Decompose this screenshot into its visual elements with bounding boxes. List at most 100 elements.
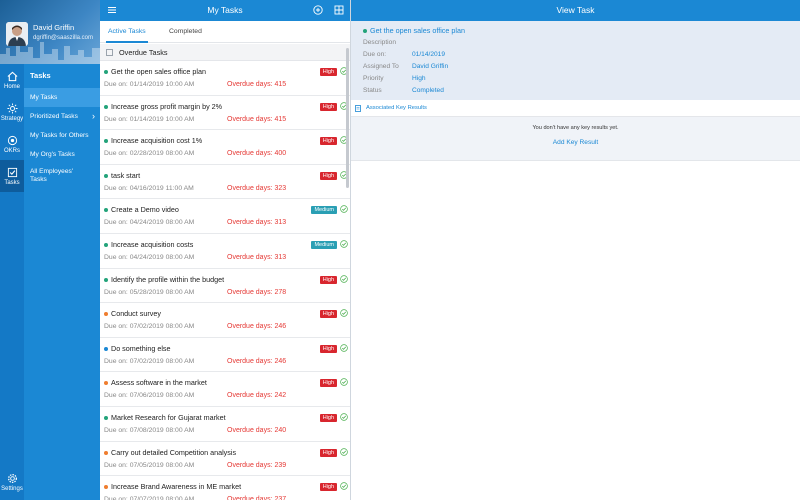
view-task-title: View Task [556,5,595,15]
task-status-dot [104,450,108,455]
task-status-dot [104,277,108,282]
submenu-title: Tasks [30,71,51,80]
grid-view-icon[interactable] [334,5,344,15]
calendar-icon [106,48,113,56]
task-due-date: Due on: 07/02/2019 08:00 AM [104,357,195,365]
rail-okrs-label: OKRs [3,147,20,154]
profile-name: David Griffin [33,23,75,32]
left-rail: Home Strategy OKRs Tasks Settings [0,0,24,500]
task-overdue-days: Overdue days: 313 [227,219,287,227]
task-overdue-days: Overdue days: 415 [227,115,287,123]
profile-email: dgriffin@saaszilla.com [33,35,94,41]
task-row[interactable]: Increase Brand Awareness in ME market Due… [100,476,350,500]
view-task-panel: View Task Get the open sales office plan… [351,0,800,500]
complete-check-icon[interactable] [340,343,348,352]
add-key-result-link[interactable]: Add Key Result [351,139,800,146]
task-due-date: Due on: 01/14/2019 10:00 AM [104,81,195,88]
task-overdue-days: Overdue days: 246 [227,357,287,365]
due-value: 01/14/2019 [412,51,446,58]
priority-badge: High [319,379,337,388]
task-status-dot [104,415,108,420]
task-name: Increase acquisition costs [111,239,194,249]
submenu-item-tasks-for-others[interactable]: My Tasks for Others [24,126,100,145]
key-results-body: You don't have any key results yet. Add … [351,117,800,161]
complete-check-icon[interactable] [340,274,348,283]
task-name: Market Research for Gujarat market [111,412,226,422]
task-overdue-days: Overdue days: 415 [227,81,287,88]
tab-active-tasks[interactable]: Active Tasks [106,28,148,43]
task-name: Increase Brand Awareness in ME market [111,482,242,492]
submenu-item-all-employees-tasks[interactable]: All Employees' Tasks [24,164,100,189]
task-name: Get the open sales office plan [111,67,206,76]
key-results-title: Associated Key Results [366,105,427,111]
my-tasks-topbar: My Tasks [100,0,350,21]
task-rows: Get the open sales office plan Due on: 01… [100,61,350,500]
complete-check-icon[interactable] [340,240,348,248]
task-row[interactable]: Increase acquisition costs Due on: 04/24/… [100,234,350,269]
task-due-date: Due on: 07/06/2019 08:00 AM [104,392,195,400]
rail-strategy-label: Strategy [0,115,24,122]
rail-settings[interactable]: Settings [0,466,24,498]
task-detail: Get the open sales office plan Descripti… [351,21,800,100]
tab-completed[interactable]: Completed [169,28,202,35]
complete-check-icon[interactable] [340,482,348,490]
complete-check-icon[interactable] [340,309,348,317]
task-row[interactable]: Create a Demo video Due on: 04/24/2019 08… [100,199,350,234]
submenu-item-label: My Tasks [30,94,58,101]
submenu-item-my-tasks[interactable]: My Tasks [24,88,100,107]
task-row[interactable]: Carry out detailed Competition analysis D… [100,442,350,477]
task-row[interactable]: Increase gross profit margin by 2% Due on… [100,96,350,131]
submenu-item-prioritized-tasks[interactable]: Prioritized Tasks › [24,107,100,126]
task-name: Increase gross profit margin by 2% [111,101,223,111]
rail-tasks[interactable]: Tasks [0,160,24,192]
task-overdue-days: Overdue days: 242 [227,392,287,400]
task-status-dot [104,485,108,490]
task-due-date: Due on: 04/16/2019 11:00 AM [104,184,194,192]
view-task-topbar: View Task [351,0,800,21]
task-row[interactable]: Assess software in the market Due on: 07/… [100,372,350,407]
section-header-overdue: Overdue Tasks [100,44,350,61]
rail-home[interactable]: Home [0,64,24,96]
task-status-dot [104,381,108,386]
task-row[interactable]: task start Due on: 04/16/2019 11:00 AM Ove… [100,165,350,200]
task-due-date: Due on: 07/05/2019 08:00 AM [104,461,195,469]
task-due-date: Due on: 02/28/2019 08:00 AM [104,150,195,158]
task-row[interactable]: Get the open sales office plan Due on: 01… [100,61,350,96]
task-name: Create a Demo video [111,205,179,215]
tasks-submenu: Tasks My Tasks Prioritized Tasks › My Tas… [24,64,100,500]
task-detail-title-text: Get the open sales office plan [370,26,465,35]
task-name: Do something else [111,343,171,353]
priority-badge: High [319,413,337,422]
rail-okrs[interactable]: OKRs [0,128,24,160]
task-list: Overdue Tasks Get the open sales office … [100,44,350,500]
task-status-dot [104,242,108,247]
rail-tasks-label: Tasks [4,179,20,186]
complete-check-icon[interactable] [340,413,348,421]
task-row[interactable]: Market Research for Gujarat market Due on… [100,407,350,442]
complete-check-icon[interactable] [340,378,348,387]
task-row[interactable]: Do something else Due on: 07/02/2019 08:0… [100,338,350,373]
task-row[interactable]: Increase acquisition cost 1% Due on: 02/2… [100,130,350,165]
task-name: Increase acquisition cost 1% [111,136,203,146]
task-status-dot [104,208,108,213]
priority-badge: Medium [311,206,337,215]
scrollbar[interactable] [346,48,349,188]
due-label: Due on: [363,51,387,58]
rail-strategy[interactable]: Strategy [0,96,24,128]
task-name: Identify the profile within the budget [111,274,225,284]
assigned-value[interactable]: David Griffin [412,63,448,70]
task-overdue-days: Overdue days: 400 [227,150,287,158]
avatar[interactable] [6,22,28,46]
complete-check-icon[interactable] [340,205,348,214]
status-dot [363,29,367,34]
task-row[interactable]: Conduct survey Due on: 07/02/2019 08:00 A… [100,303,350,338]
task-name: Conduct survey [111,309,161,319]
profile-header[interactable]: David Griffin dgriffin@saaszilla.com [0,0,100,64]
task-status-dot [104,173,108,178]
task-overdue-days: Overdue days: 246 [227,323,287,331]
submenu-item-org-tasks[interactable]: My Org's Tasks [24,145,100,164]
add-task-icon[interactable] [313,5,323,15]
complete-check-icon[interactable] [340,447,348,456]
task-row[interactable]: Identify the profile within the budget Du… [100,269,350,304]
priority-badge: High [319,310,337,319]
